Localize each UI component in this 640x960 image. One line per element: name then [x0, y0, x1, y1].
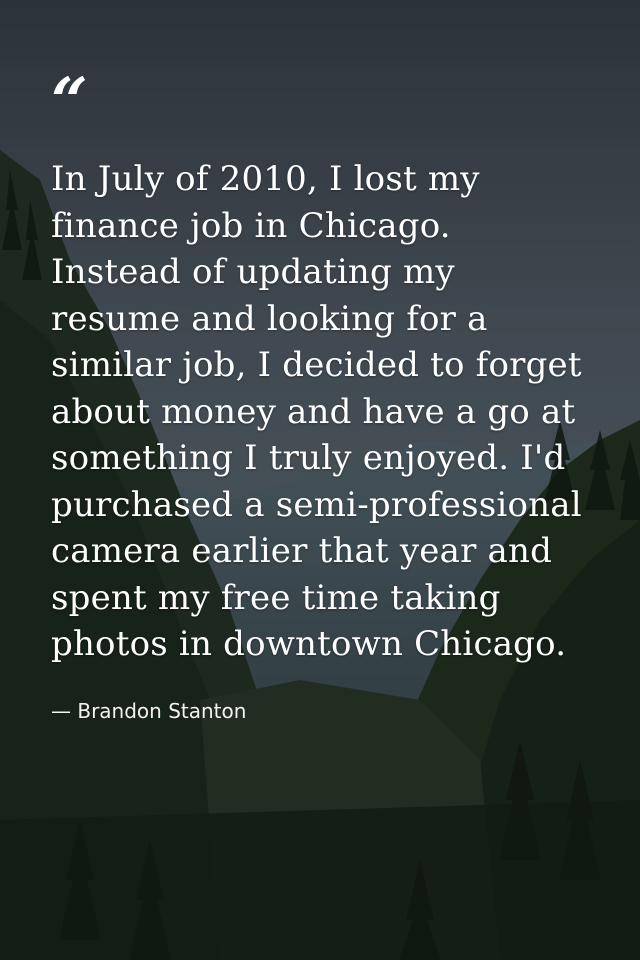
quote-author: — Brandon Stanton [51, 698, 247, 723]
quote-mark-icon: “ [51, 64, 88, 139]
quote-text: In July of 2010, I lost my finance job i… [51, 159, 582, 664]
quote-card: “ In July of 2010, I lost my finance job… [0, 0, 640, 960]
quote-content: “ In July of 2010, I lost my finance job… [51, 70, 591, 724]
